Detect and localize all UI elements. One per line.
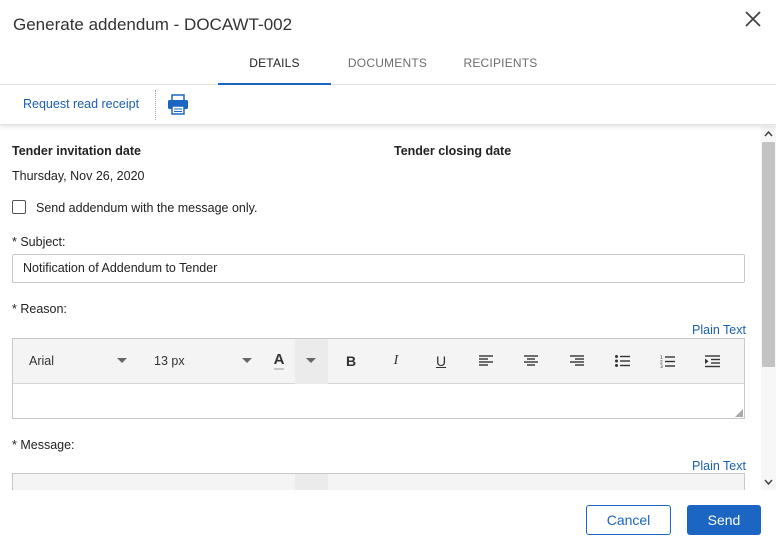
details-content: Tender invitation date Thursday, Nov 26,… [0,126,760,490]
subject-input[interactable]: Notification of Addendum to Tender [12,254,745,283]
font-family-value: Arial [29,354,55,368]
align-center-icon[interactable] [519,349,543,373]
print-icon[interactable] [166,94,190,116]
tab-bar: DETAILS DOCUMENTS RECIPIENTS [218,50,557,85]
chevron-down-icon[interactable] [117,358,127,363]
content-scrollbar[interactable] [761,126,776,490]
tab-recipients[interactable]: RECIPIENTS [444,50,557,85]
action-toolbar: Request read receipt [0,85,776,125]
tender-invitation-date-value: Thursday, Nov 26, 2020 [12,169,145,183]
underline-icon[interactable]: U [429,349,453,373]
scrollbar-thumb[interactable] [762,142,775,367]
toolbar-divider [155,90,156,120]
tab-documents[interactable]: DOCUMENTS [331,50,444,85]
bullet-list-icon[interactable] [610,349,634,373]
message-only-checkbox[interactable] [12,200,26,214]
align-left-icon[interactable] [474,349,498,373]
font-size-value: 13 px [154,354,185,368]
scroll-up-icon[interactable] [761,126,776,142]
font-size-select[interactable]: 13 px [154,339,254,384]
bold-icon[interactable]: B [339,349,363,373]
chevron-down-icon[interactable] [242,358,252,363]
font-color-glyph: A [273,351,285,370]
tab-details[interactable]: DETAILS [218,50,331,85]
font-color-dropdown[interactable] [295,474,328,490]
indent-icon[interactable] [700,349,724,373]
dialog-footer: Cancel Send [0,490,776,545]
italic-icon[interactable]: I [384,349,408,373]
message-plain-text-link[interactable]: Plain Text [692,459,746,473]
reason-label: * Reason: [12,302,67,316]
numbered-list-icon[interactable]: 123 [655,349,679,373]
chevron-down-icon[interactable] [306,358,316,363]
dialog-header: Generate addendum - DOCAWT-002 DETAILS D… [0,0,776,85]
subject-label: * Subject: [12,235,66,249]
message-editor [12,473,745,490]
tender-invitation-date-label: Tender invitation date [12,144,141,158]
font-family-select[interactable]: Arial [29,339,129,384]
scroll-down-icon[interactable] [761,474,776,490]
cancel-button[interactable]: Cancel [586,505,671,535]
align-right-icon[interactable] [565,349,589,373]
request-read-receipt-link[interactable]: Request read receipt [23,97,139,111]
send-button[interactable]: Send [687,505,761,535]
reason-editor-toolbar: Arial 13 px A B I U 1 2 3 [13,339,744,384]
tender-closing-date-label: Tender closing date [394,144,512,158]
message-only-label[interactable]: Send addendum with the message only. [36,201,257,215]
message-editor-toolbar [13,474,744,490]
reason-editor: Arial 13 px A B I U 1 2 3 [12,338,745,419]
reason-plain-text-link[interactable]: Plain Text [692,323,746,337]
font-color-icon[interactable]: A [267,349,291,373]
dialog-title: Generate addendum - DOCAWT-002 [13,15,293,34]
generate-addendum-dialog: Generate addendum - DOCAWT-002 DETAILS D… [0,0,776,545]
close-icon[interactable] [740,6,766,32]
resize-grip-icon[interactable] [735,409,743,417]
message-label: * Message: [12,438,75,452]
svg-text:3: 3 [660,364,663,368]
reason-editor-body[interactable] [13,384,744,418]
font-color-dropdown[interactable] [295,339,328,384]
